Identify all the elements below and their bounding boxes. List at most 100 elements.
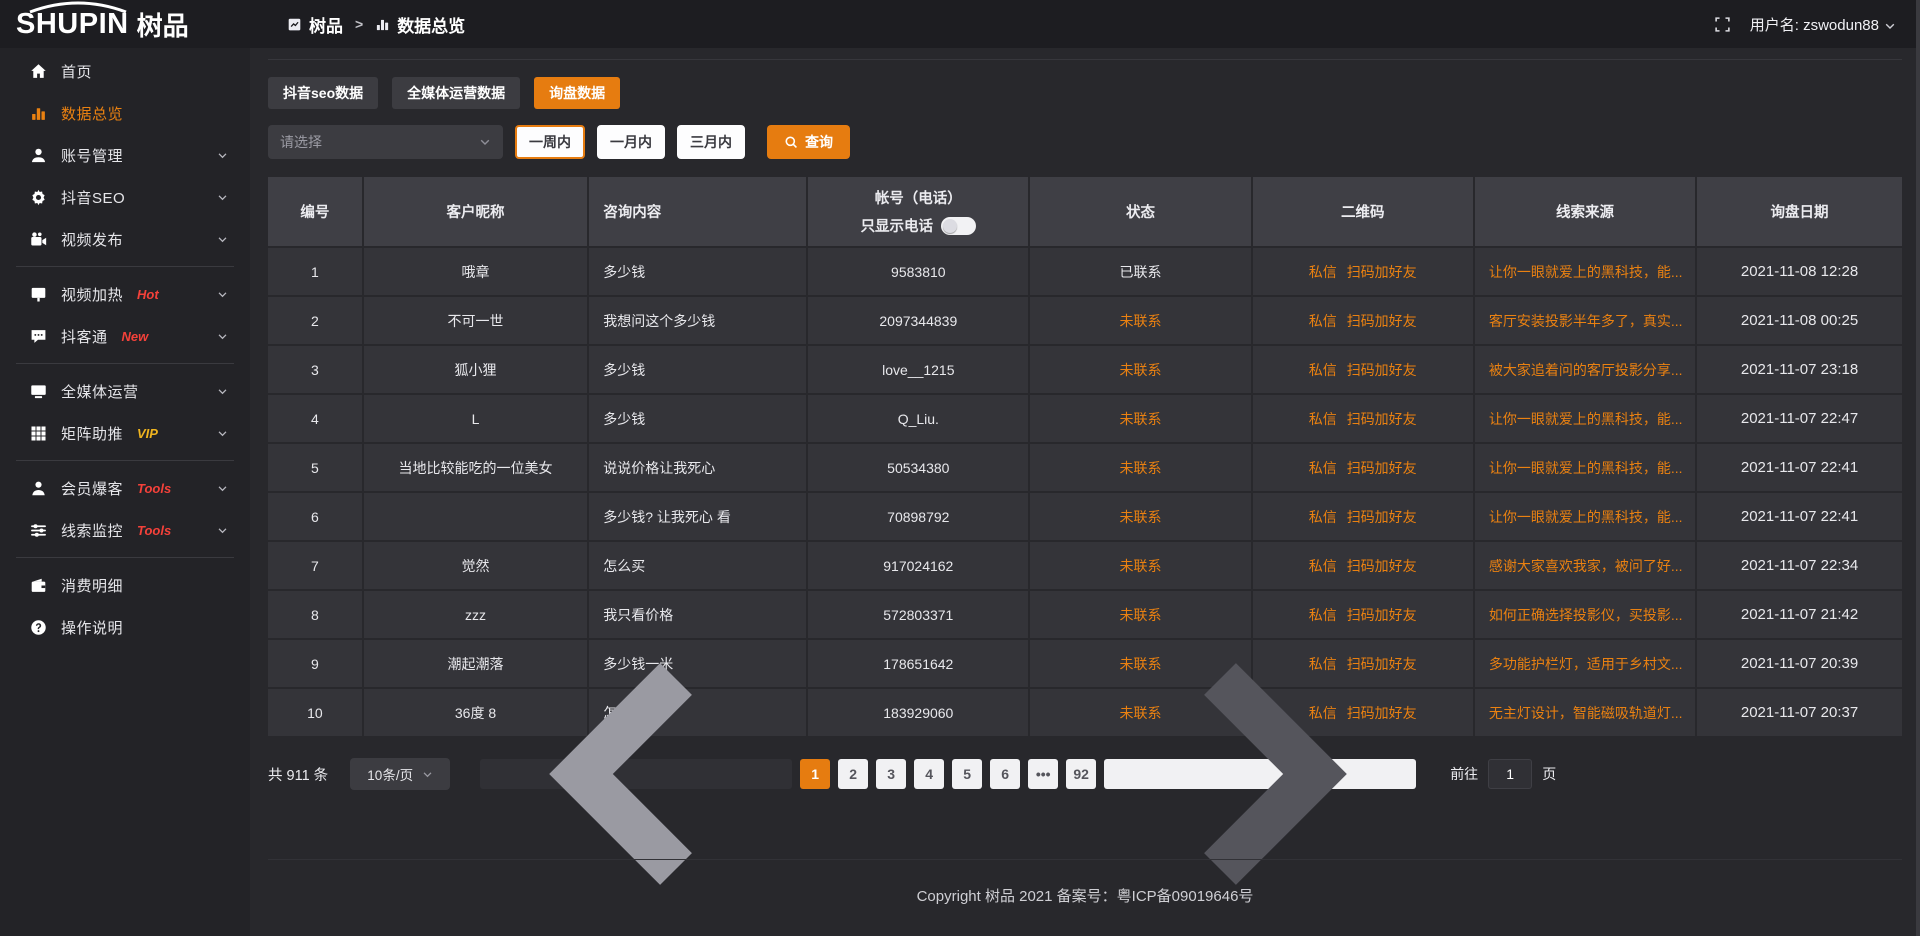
source-link[interactable]: 感谢大家喜欢我家，被问了好... (1489, 558, 1683, 574)
topbar: SHUPIN 树品 树品 > 数据总览 用户名: zswodun88 (0, 0, 1920, 48)
cell-account: 70898792 (807, 492, 1029, 541)
page-number-button[interactable]: 1 (800, 759, 830, 789)
source-link[interactable]: 让你一眼就爱上的黑科技，能... (1489, 264, 1683, 280)
scan-add-friend-link[interactable]: 扫码加好友 (1347, 362, 1417, 378)
bar-chart-icon (375, 17, 390, 32)
source-link[interactable]: 被大家追着问的客厅投影分享... (1489, 362, 1683, 378)
sidebar-divider (16, 557, 234, 558)
goto-page-input[interactable] (1488, 759, 1532, 789)
table-row: 3 狐小狸 多少钱 love__1215 未联系 私信 扫码加好友 被大家追着问… (268, 345, 1902, 394)
header-divider (268, 59, 1902, 60)
account-select[interactable]: 请选择 (268, 125, 503, 159)
sidebar-item[interactable]: 全媒体运营 (0, 370, 250, 412)
data-tab[interactable]: 全媒体运营数据 (392, 77, 520, 109)
fullscreen-icon[interactable] (1714, 16, 1731, 33)
sidebar-item[interactable]: 会员爆客 Tools (0, 467, 250, 509)
private-message-link[interactable]: 私信 (1309, 362, 1337, 378)
private-message-link[interactable]: 私信 (1309, 607, 1337, 623)
sidebar-item-label: 矩阵助推 (61, 423, 123, 444)
cell-source: 无主灯设计，智能磁吸轨道灯... (1474, 688, 1696, 737)
page-number-button[interactable]: 4 (914, 759, 944, 789)
chevron-down-icon (217, 525, 228, 536)
next-page-button[interactable] (1104, 759, 1416, 789)
private-message-link[interactable]: 私信 (1309, 313, 1337, 329)
page-size-label: 10条/页 (367, 764, 413, 784)
cell-account: 178651642 (807, 639, 1029, 688)
sidebar-item[interactable]: 抖音SEO (0, 176, 250, 218)
private-message-link[interactable]: 私信 (1309, 460, 1337, 476)
source-link[interactable]: 客厅安装投影半年多了，真实... (1489, 313, 1683, 329)
breadcrumb-separator: > (355, 16, 363, 32)
cell-date: 2021-11-07 21:42 (1696, 590, 1902, 639)
table-row: 2 不可一世 我想问这个多少钱 2097344839 未联系 私信 扫码加好友 … (268, 296, 1902, 345)
page-number-button[interactable]: 5 (952, 759, 982, 789)
sidebar-item-label: 会员爆客 (61, 478, 123, 499)
scrollbar-track[interactable] (1916, 0, 1920, 936)
chevron-down-icon (217, 483, 228, 494)
cell-account: love__1215 (807, 345, 1029, 394)
cell-index: 1 (268, 247, 363, 296)
sidebar-item[interactable]: 矩阵助推 VIP (0, 412, 250, 454)
source-link[interactable]: 无主灯设计，智能磁吸轨道灯... (1489, 705, 1683, 721)
cell-nickname: 哦章 (363, 247, 588, 296)
page-number-button[interactable]: 3 (876, 759, 906, 789)
cell-index: 6 (268, 492, 363, 541)
data-tab[interactable]: 抖音seo数据 (268, 77, 378, 109)
page-number-button[interactable]: 92 (1066, 759, 1096, 789)
chevron-down-icon (479, 136, 491, 148)
breadcrumb-item-home[interactable]: 树品 (287, 12, 343, 37)
sidebar-item[interactable]: 抖客通 New (0, 315, 250, 357)
sidebar-item[interactable]: 消费明细 (0, 564, 250, 606)
cell-source: 多功能护栏灯，适用于乡村文... (1474, 639, 1696, 688)
filter-bar: 请选择 一周内 一月内 三月内 查询 (268, 125, 1902, 159)
sidebar-divider (16, 266, 234, 267)
scan-add-friend-link[interactable]: 扫码加好友 (1347, 509, 1417, 525)
private-message-link[interactable]: 私信 (1309, 411, 1337, 427)
pagination: 共 911 条 10条/页 1 2 3 (268, 758, 1902, 790)
sidebar-item-label: 账号管理 (61, 145, 123, 166)
scan-add-friend-link[interactable]: 扫码加好友 (1347, 264, 1417, 280)
breadcrumb-item-current[interactable]: 数据总览 (375, 12, 465, 37)
sidebar-item[interactable]: 账号管理 (0, 134, 250, 176)
scan-add-friend-link[interactable]: 扫码加好友 (1347, 558, 1417, 574)
source-link[interactable]: 如何正确选择投影仪，买投影... (1489, 607, 1683, 623)
prev-page-button[interactable] (480, 759, 792, 789)
toggle-knob (943, 219, 957, 233)
source-link[interactable]: 多功能护栏灯，适用于乡村文... (1489, 656, 1683, 672)
page-size-select[interactable]: 10条/页 (350, 758, 450, 790)
goto-label: 前往 (1450, 764, 1478, 784)
scan-add-friend-link[interactable]: 扫码加好友 (1347, 313, 1417, 329)
source-link[interactable]: 让你一眼就爱上的黑科技，能... (1489, 411, 1683, 427)
cell-status: 未联系 (1029, 296, 1251, 345)
range-button[interactable]: 一周内 (515, 125, 585, 159)
range-button[interactable]: 三月内 (677, 125, 745, 159)
app-logo: SHUPIN 树品 (0, 0, 250, 48)
sidebar-item-icon (30, 147, 47, 164)
search-button[interactable]: 查询 (767, 125, 850, 159)
scan-add-friend-link[interactable]: 扫码加好友 (1347, 460, 1417, 476)
username-label: 用户名: zswodun88 (1750, 14, 1879, 35)
sidebar-item[interactable]: 首页 (0, 50, 250, 92)
sidebar-item[interactable]: 线索监控 Tools (0, 509, 250, 551)
col-header-account: 帐号（电话） 只显示电话 (807, 177, 1029, 247)
sidebar-item[interactable]: 视频发布 (0, 218, 250, 260)
sidebar-item[interactable]: 操作说明 (0, 606, 250, 648)
private-message-link[interactable]: 私信 (1309, 264, 1337, 280)
private-message-link[interactable]: 私信 (1309, 558, 1337, 574)
page-number-button[interactable]: 6 (990, 759, 1020, 789)
cell-date: 2021-11-07 22:41 (1696, 443, 1902, 492)
cell-date: 2021-11-07 23:18 (1696, 345, 1902, 394)
page-number-button[interactable]: 2 (838, 759, 868, 789)
sidebar-item[interactable]: 视频加热 Hot (0, 273, 250, 315)
user-menu[interactable]: 用户名: zswodun88 (1750, 14, 1896, 35)
source-link[interactable]: 让你一眼就爱上的黑科技，能... (1489, 509, 1683, 525)
scan-add-friend-link[interactable]: 扫码加好友 (1347, 411, 1417, 427)
phone-only-toggle[interactable] (941, 217, 976, 235)
source-link[interactable]: 让你一眼就爱上的黑科技，能... (1489, 460, 1683, 476)
private-message-link[interactable]: 私信 (1309, 509, 1337, 525)
data-tab[interactable]: 询盘数据 (534, 77, 620, 109)
range-button[interactable]: 一月内 (597, 125, 665, 159)
page-number-button[interactable]: ••• (1028, 759, 1058, 789)
scan-add-friend-link[interactable]: 扫码加好友 (1347, 607, 1417, 623)
sidebar-item[interactable]: 数据总览 (0, 92, 250, 134)
